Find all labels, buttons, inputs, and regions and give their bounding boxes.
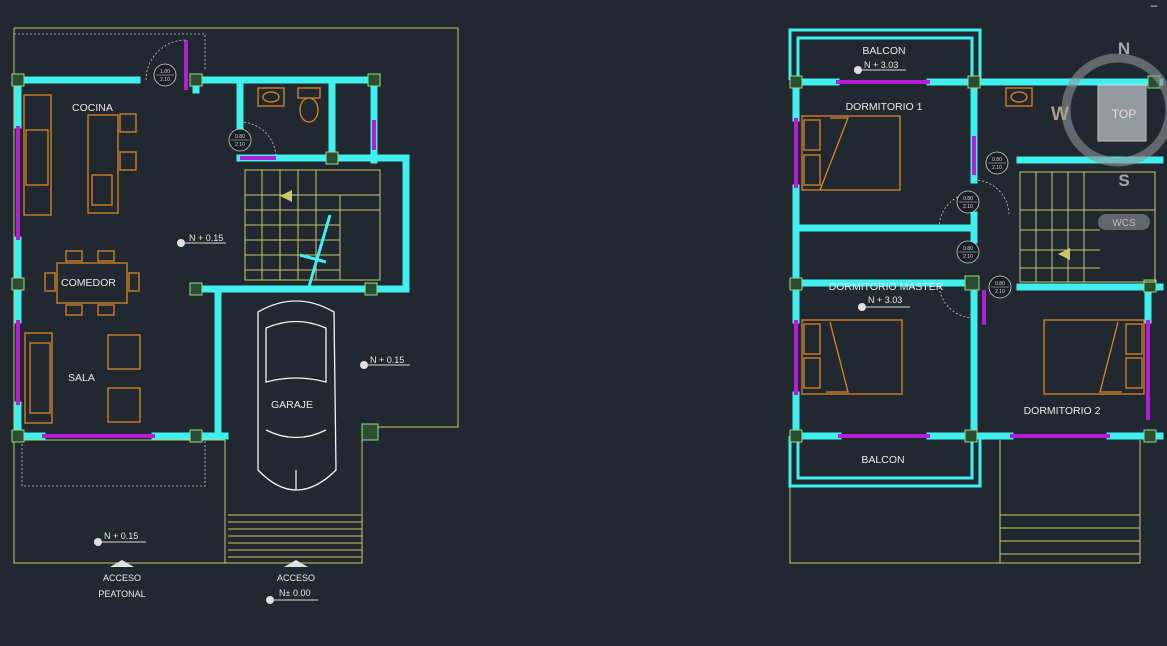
- level-marker-access: N± 0.00: [266, 588, 318, 604]
- svg-text:ACCESO: ACCESO: [277, 573, 315, 583]
- room-label-garaje: GARAJE: [271, 399, 313, 411]
- garage-ramp: [228, 514, 362, 558]
- level-marker-stair: N + 0.15: [177, 233, 226, 247]
- svg-text:N± 0.00: N± 0.00: [279, 588, 310, 598]
- room-label-cocina: COCINA: [72, 102, 113, 114]
- door-tag: 0.80 2.10: [956, 240, 980, 264]
- upper-site-outline: [789, 440, 1141, 564]
- svg-text:N + 3.03: N + 3.03: [868, 295, 902, 305]
- room-label-comedor: COMEDOR: [61, 277, 116, 289]
- compass-south[interactable]: S: [1118, 171, 1129, 190]
- room-label-sala: SALA: [68, 372, 95, 384]
- svg-text:0.80: 0.80: [963, 246, 973, 252]
- level-marker-balcon: N + 3.03: [854, 60, 906, 74]
- room-label-dormitorio-2: DORMITORIO 2: [1024, 405, 1101, 417]
- door-tag: 0.80 2.10: [988, 275, 1012, 299]
- svg-text:0.80: 0.80: [995, 281, 1005, 287]
- door-tag: 0.80 2.10: [956, 190, 980, 214]
- level-marker-master: N + 3.03: [858, 295, 910, 311]
- door-tag: 0.80 2.10: [985, 151, 1009, 175]
- door-tag: 0.80 2.10: [228, 128, 252, 152]
- bathroom-fixtures: [257, 87, 321, 123]
- car-drawing: [257, 300, 337, 491]
- bed-master: [801, 319, 903, 395]
- svg-text:PEATONAL: PEATONAL: [98, 589, 145, 599]
- ground-floor-plan: 1.00 2.10 0.80 2.10 COCINA COMEDOR SALA …: [11, 27, 459, 604]
- upper-bathroom-fixtures: [1005, 87, 1033, 107]
- ground-doors: [145, 39, 277, 159]
- room-label-master: DORMITORIO MASTER: [829, 281, 944, 293]
- svg-text:2.10: 2.10: [963, 254, 973, 260]
- door-tag: 1.00 2.10: [153, 63, 177, 87]
- level-marker-garage: N + 0.15: [360, 355, 410, 369]
- access-pedestrian: ACCESO PEATONAL: [98, 560, 146, 599]
- svg-text:N + 0.15: N + 0.15: [104, 531, 138, 541]
- drawing-canvas[interactable]: 1.00 2.10 0.80 2.10 COCINA COMEDOR SALA …: [0, 0, 1167, 646]
- compass-west[interactable]: W: [1051, 104, 1069, 125]
- compass-north[interactable]: N: [1118, 39, 1130, 58]
- room-label-balcon-top: BALCON: [862, 45, 905, 57]
- viewcube-top-label[interactable]: TOP: [1112, 107, 1136, 121]
- svg-text:2.10: 2.10: [963, 204, 973, 210]
- svg-text:2.10: 2.10: [995, 289, 1005, 295]
- svg-text:N + 0.15: N + 0.15: [370, 355, 404, 365]
- room-label-dormitorio-1: DORMITORIO 1: [846, 101, 923, 113]
- room-label-balcon-bottom: BALCON: [861, 454, 904, 466]
- svg-text:N + 3.03: N + 3.03: [864, 60, 898, 70]
- svg-text:2.10: 2.10: [992, 165, 1002, 171]
- wcs-label[interactable]: WCS: [1112, 218, 1136, 229]
- svg-text:0.80: 0.80: [963, 196, 973, 202]
- svg-text:ACCESO: ACCESO: [103, 573, 141, 583]
- level-marker-entry: N + 0.15: [94, 531, 146, 546]
- svg-text:1.00: 1.00: [160, 69, 170, 75]
- bed-dormitorio-1: [801, 115, 901, 191]
- ground-stairs: [244, 169, 381, 291]
- ground-columns: [11, 73, 381, 443]
- svg-text:2.10: 2.10: [160, 77, 170, 83]
- svg-text:2.10: 2.10: [235, 142, 245, 148]
- bed-dormitorio-2: [1043, 319, 1145, 395]
- svg-text:0.80: 0.80: [235, 134, 245, 140]
- svg-text:0.80: 0.80: [992, 157, 1002, 163]
- svg-text:N + 0.15: N + 0.15: [189, 233, 223, 243]
